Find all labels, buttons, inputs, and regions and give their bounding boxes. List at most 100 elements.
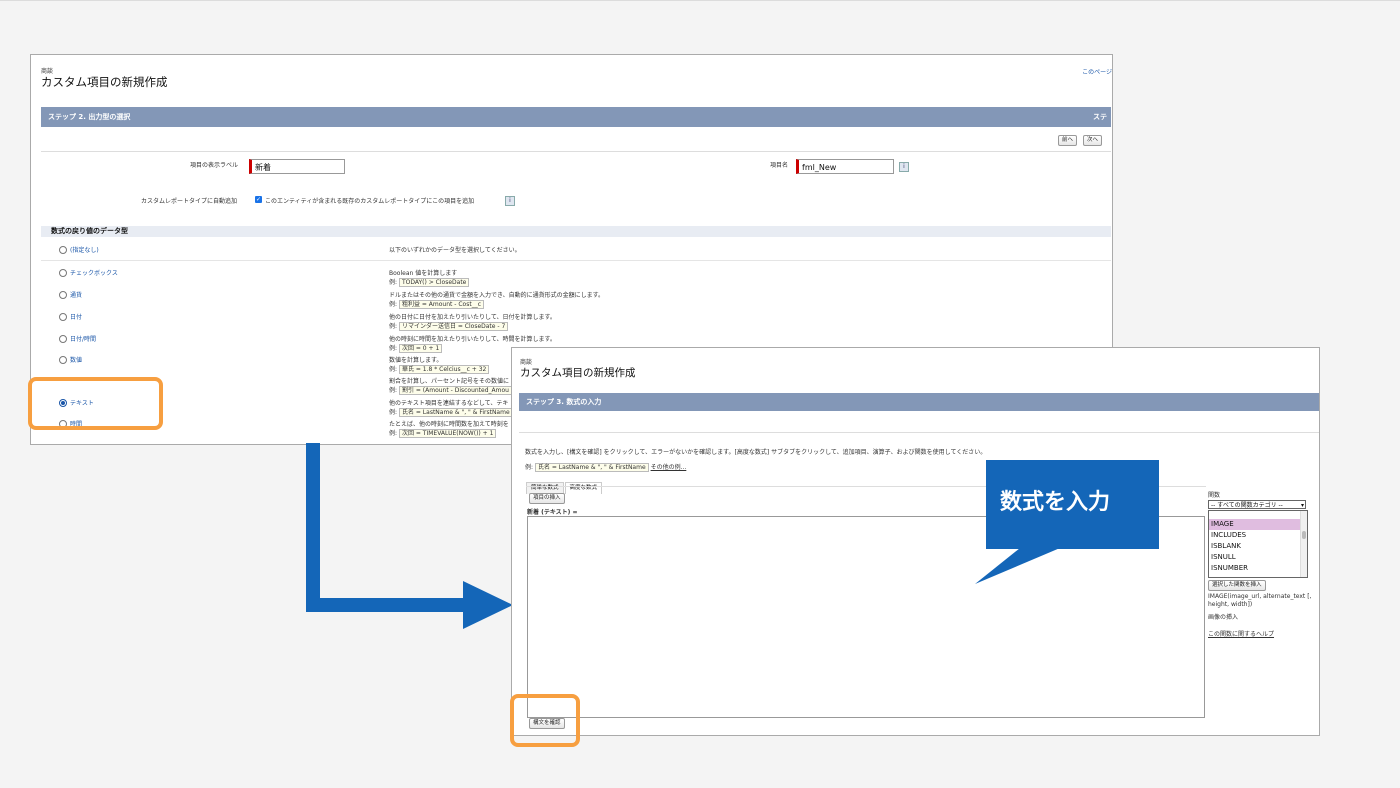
insert-function-button[interactable]: 選択した関数を挿入 xyxy=(1208,580,1266,591)
flow-arrow-shaft xyxy=(306,598,468,612)
label-field-label: 項目の表示ラベル xyxy=(190,162,239,169)
radio-datetime[interactable] xyxy=(59,335,67,343)
formula-label: 新着 (テキスト) = xyxy=(527,509,578,516)
step-bar: ステップ 2. 出力型の選択 ステ xyxy=(41,107,1111,127)
name-field-label: 項目名 xyxy=(770,162,789,169)
example-prefix: 例: xyxy=(389,366,398,373)
label-field[interactable]: 新着 xyxy=(249,159,345,174)
example-prefix: 例: xyxy=(389,279,398,286)
example-prefix: 例: xyxy=(389,430,398,437)
radio-number[interactable] xyxy=(59,356,67,364)
text-option-highlight xyxy=(28,377,163,430)
function-signature: IMAGE(image_url, alternate_text [, heigh… xyxy=(1208,593,1312,608)
callout: 数式を入力 xyxy=(986,460,1159,549)
function-desc: 画像の挿入 xyxy=(1208,614,1239,621)
divider xyxy=(41,260,1111,261)
example-code: 割引 = (Amount - Discounted_Amou xyxy=(398,386,512,395)
page-title: カスタム項目の新規作成 xyxy=(520,367,636,379)
step-bar-right: ステ xyxy=(1093,113,1107,121)
radio-none[interactable] xyxy=(59,246,67,254)
prev-button[interactable]: 前へ xyxy=(1058,135,1078,146)
step-bar: ステップ 3. 数式の入力 xyxy=(519,393,1319,411)
type-desc-text: 他のテキスト項目を連結するなどして、テキ xyxy=(389,400,509,407)
type-desc-time: たとえば、他の時刻に時間数を加えて時刻を xyxy=(389,421,509,428)
function-help-link[interactable]: この関数に関するヘルプ xyxy=(1208,629,1274,638)
type-desc-percent: 割合を計算し、パーセント記号をその数値に xyxy=(389,378,510,385)
example-code: 氏名 = LastName & ", " & FirstName xyxy=(398,408,513,417)
auto-add-checkbox[interactable]: ✓ xyxy=(255,196,262,203)
example-code: 次回 = 0 + 1 xyxy=(398,344,443,353)
functions-label: 関数 xyxy=(1208,492,1221,499)
radio-currency[interactable] xyxy=(59,291,67,299)
check-syntax-highlight xyxy=(510,694,580,747)
top-divider xyxy=(0,0,1400,1)
callout-text: 数式を入力 xyxy=(1000,490,1111,515)
type-desc-date: 他の日付に日付を加えたり引いたりして、日付を計算します。 xyxy=(389,314,556,321)
function-item[interactable]: ISNUMBER xyxy=(1209,563,1307,574)
page-title: カスタム項目の新規作成 xyxy=(41,75,168,89)
type-example-time: 例: 次回 = TIMEVALUE(NOW()) + 1 xyxy=(389,428,497,438)
function-category-value: -- すべての関数カテゴリ -- xyxy=(1211,502,1283,509)
example-prefix: 例: xyxy=(389,345,398,352)
function-item[interactable]: IMAGE xyxy=(1209,519,1307,530)
radio-checkbox[interactable] xyxy=(59,269,67,277)
type-label-currency[interactable]: 通貨 xyxy=(70,290,82,299)
type-label-date[interactable]: 日付 xyxy=(70,312,82,321)
info-icon[interactable]: i xyxy=(505,196,515,206)
scrollbar-thumb[interactable] xyxy=(1302,531,1306,539)
type-desc-number: 数値を計算します。 xyxy=(389,357,443,364)
type-example-checkbox: 例: TODAY() > CloseDate xyxy=(389,277,470,287)
function-item[interactable]: ISBLANK xyxy=(1209,541,1307,552)
chevron-down-icon: ▾ xyxy=(1300,502,1304,509)
type-example-currency: 例: 粗利益 = Amount - Cost__c xyxy=(389,299,484,309)
example-prefix: 例: xyxy=(525,464,534,471)
divider xyxy=(519,432,1319,433)
type-example-datetime: 例: 次回 = 0 + 1 xyxy=(389,343,443,353)
step3-window: 商談 カスタム項目の新規作成 ステップ 3. 数式の入力 数式を入力し、[構文を… xyxy=(511,347,1320,736)
type-desc-datetime: 他の時刻に時間を加えたり引いたりして、時間を計算します。 xyxy=(389,336,556,343)
divider xyxy=(41,151,1111,152)
name-field[interactable]: fml_New xyxy=(796,159,894,174)
type-desc-none: 以下のいずれかのデータ型を選択してください。 xyxy=(389,247,521,254)
function-item[interactable]: INCLUDES xyxy=(1209,530,1307,541)
flow-arrow-shaft xyxy=(306,443,320,612)
type-desc-currency: ドルまたはその他の通貨で金額を入力でき、自動的に通貨形式の金額にします。 xyxy=(389,292,604,299)
example-code: 華氏 = 1.8 * Celcius__c + 32 xyxy=(398,365,490,374)
flow-arrow-head xyxy=(463,581,513,629)
function-item[interactable]: ISNULL xyxy=(1209,552,1307,563)
formula-tabs: 簡単な数式 高度な数式 xyxy=(526,474,603,494)
example-code: 粗利益 = Amount - Cost__c xyxy=(398,300,484,309)
section-title: 数式の戻り値のデータ型 xyxy=(41,226,1111,237)
type-example-percent: 例: 割引 = (Amount - Discounted_Amou xyxy=(389,385,512,395)
radio-date[interactable] xyxy=(59,313,67,321)
auto-add-label: カスタムレポートタイプに自動追加 xyxy=(141,198,238,205)
example-prefix: 例: xyxy=(389,301,398,308)
example-prefix: 例: xyxy=(389,409,398,416)
example-code: TODAY() > CloseDate xyxy=(398,278,470,287)
type-label-number[interactable]: 数値 xyxy=(70,355,82,364)
insert-field-button[interactable]: 項目の挿入 xyxy=(529,493,565,504)
function-listbox[interactable]: IMAGE INCLUDES ISBLANK ISNULL ISNUMBER xyxy=(1208,510,1308,578)
type-label-datetime[interactable]: 日付/時間 xyxy=(70,334,96,343)
listbox-scrollbar[interactable] xyxy=(1300,511,1307,577)
function-category-select[interactable]: -- すべての関数カテゴリ -- ▾ xyxy=(1208,500,1306,509)
example-prefix: 例: xyxy=(389,323,398,330)
example-code: リマインダー送信日 = CloseDate - 7 xyxy=(398,322,509,331)
tab-advanced[interactable]: 高度な数式 xyxy=(564,482,603,494)
type-label-checkbox[interactable]: チェックボックス xyxy=(70,268,118,277)
type-label-none[interactable]: (指定なし) xyxy=(70,245,99,254)
example-code: 氏名 = LastName & ", " & FirstName xyxy=(534,463,649,472)
example-row: 例: 氏名 = LastName & ", " & FirstName その他の… xyxy=(525,462,687,472)
type-example-date: 例: リマインダー送信日 = CloseDate - 7 xyxy=(389,321,509,331)
info-icon[interactable]: i xyxy=(899,162,909,172)
help-link[interactable]: このページ xyxy=(1082,67,1112,76)
callout-tail-shape xyxy=(975,548,1060,584)
step-bar-title: ステップ 2. 出力型の選択 xyxy=(48,113,131,121)
auto-add-text: このエンティティが含まれる既存のカスタムレポートタイプにこの項目を追加 xyxy=(265,198,475,205)
next-button[interactable]: 次へ xyxy=(1083,135,1103,146)
instructions: 数式を入力し、[構文を確認] をクリックして、エラーがないかを確認します。[高度… xyxy=(525,449,987,456)
more-examples-link[interactable]: その他の例... xyxy=(651,464,687,471)
example-code: 次回 = TIMEVALUE(NOW()) + 1 xyxy=(398,429,497,438)
type-example-text: 例: 氏名 = LastName & ", " & FirstName xyxy=(389,407,513,417)
